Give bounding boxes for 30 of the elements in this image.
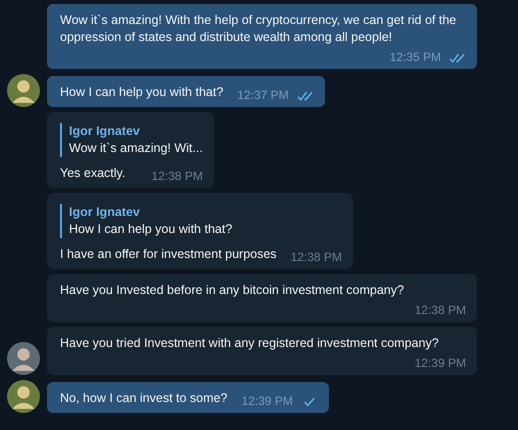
message-text: How I can help you with that? xyxy=(60,84,224,101)
message-bubble[interactable]: Have you Invested before in any bitcoin investment company? 12:38 PM xyxy=(47,274,477,322)
reply-text: How I can help you with that? xyxy=(69,221,234,238)
message-time: 12:38 PM xyxy=(414,302,466,319)
message-bubble[interactable]: Wow it`s amazing! With the help of cryptocurrency, we can get rid of the oppression of states and distribute wealth among all people! 12:35 PM xyxy=(47,4,477,69)
avatar-icon[interactable] xyxy=(7,342,40,375)
message-time: 12:39 PM xyxy=(241,393,293,410)
avatar-icon[interactable] xyxy=(7,380,40,413)
message-time: 12:39 PM xyxy=(414,355,466,372)
message-text: No, how I can invest to some? xyxy=(60,390,228,407)
avatar-icon[interactable] xyxy=(7,74,40,107)
reply-quote[interactable]: Igor Ignatev Wow it`s amazing! Wit... xyxy=(60,123,203,157)
message-text: Have you Invested before in any bitcoin investment company? xyxy=(60,282,404,299)
message-bubble[interactable]: How I can help you with that? 12:37 PM xyxy=(47,76,325,107)
message-text: Have you tried Investment with any registered investment company? xyxy=(60,335,439,352)
reply-text: Wow it`s amazing! Wit... xyxy=(69,140,203,157)
message-time: 12:38 PM xyxy=(151,168,203,185)
reply-author: Igor Ignatev xyxy=(69,204,141,221)
message-time: 12:38 PM xyxy=(290,249,342,266)
message-bubble[interactable]: No, how I can invest to some? 12:39 PM xyxy=(47,382,329,413)
message-bubble[interactable]: Igor Ignatev Wow it`s amazing! Wit... Yes exactly. 12:38 PM xyxy=(47,112,214,188)
reply-author: Igor Ignatev xyxy=(69,123,141,140)
message-time: 12:35 PM xyxy=(390,49,441,66)
message-time: 12:37 PM xyxy=(237,87,289,104)
reply-quote[interactable]: Igor Ignatev How I can help you with that? xyxy=(60,204,342,238)
message-text: Wow it`s amazing! With the help of cryptocurrency, we can get rid of the oppression of states and distribute wealth among all people! xyxy=(60,12,458,46)
message-bubble[interactable]: Have you tried Investment with any registered investment company? 12:39 PM xyxy=(47,327,477,375)
message-text: Yes exactly. xyxy=(60,165,126,182)
message-bubble[interactable]: Igor Ignatev How I can help you with that? I have an offer for investment purposes 12:38 PM xyxy=(47,193,353,269)
message-text: I have an offer for investment purposes xyxy=(60,246,277,263)
